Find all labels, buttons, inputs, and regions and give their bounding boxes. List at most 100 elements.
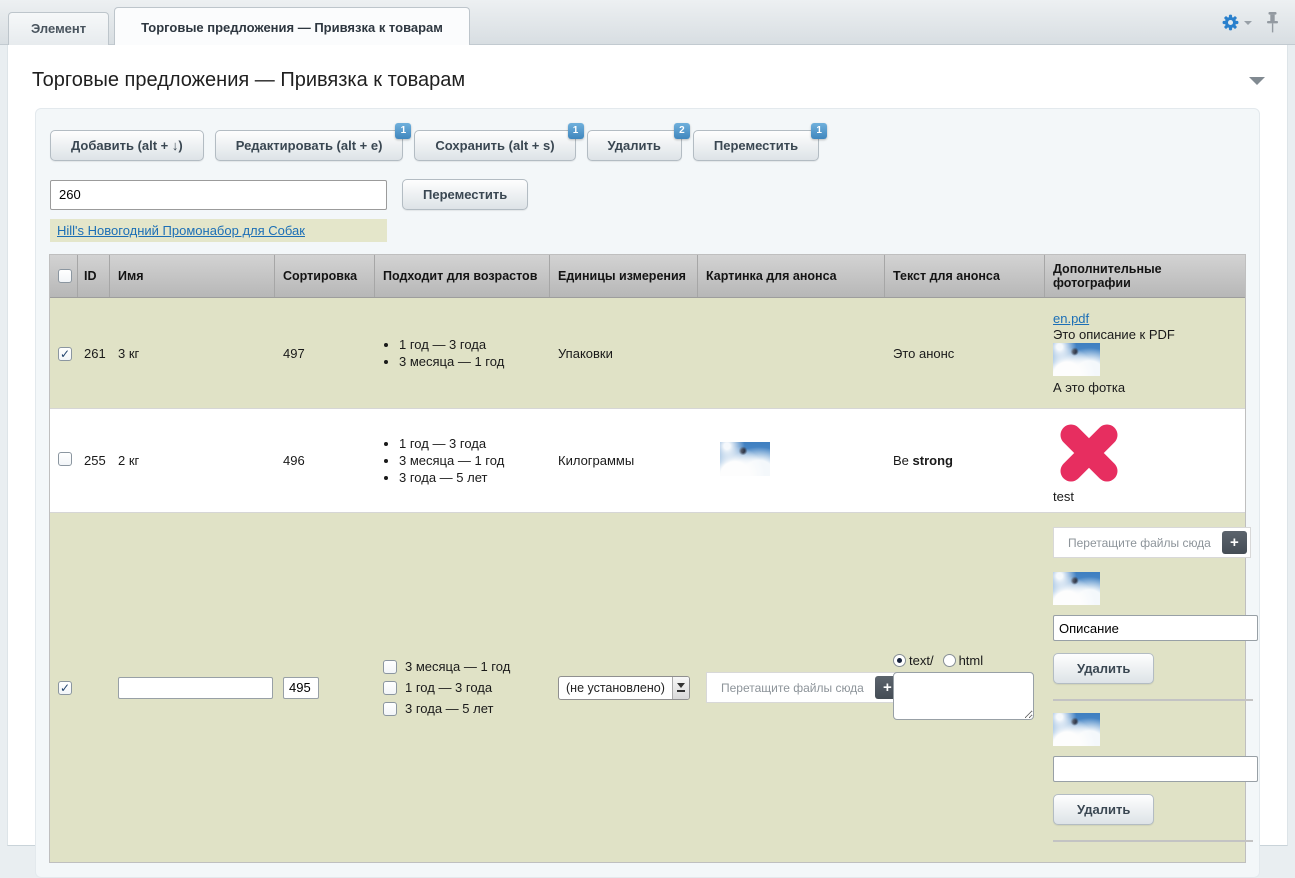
announce-bold: strong [913, 453, 953, 468]
age-option-label: 1 год — 3 года [405, 680, 492, 695]
move-row: Переместить [50, 179, 1246, 210]
table-row: 255 2 кг 496 1 год — 3 года 3 месяца — 1… [50, 408, 1245, 512]
header-units[interactable]: Единицы измерения [550, 255, 698, 297]
move-button-top-label: Переместить [714, 138, 798, 153]
cell-ages: 1 год — 3 года 3 месяца — 1 год 3 года —… [375, 426, 550, 495]
photo-caption: test [1053, 489, 1074, 504]
save-count-badge: 1 [568, 123, 584, 139]
age-item: 3 года — 5 лет [399, 470, 542, 485]
age-checkbox[interactable] [383, 681, 397, 695]
photo-delete-button[interactable]: Удалить [1053, 794, 1154, 825]
tab-trade-offers[interactable]: Торговые предложения — Привязка к товара… [114, 7, 470, 45]
cell-id [78, 680, 110, 696]
cell-sort-edit [275, 669, 375, 707]
cell-sort: 497 [275, 338, 375, 369]
save-button[interactable]: Сохранить (alt + s)1 [414, 130, 575, 161]
sky-photo-thumbnail [1053, 713, 1100, 746]
save-button-label: Сохранить (alt + s) [435, 138, 554, 153]
announce-prefix: Be [893, 453, 913, 468]
cell-units: Упаковки [550, 338, 698, 369]
tab-bar: Элемент Торговые предложения — Привязка … [0, 0, 1295, 45]
delete-button-label: Удалить [608, 138, 661, 153]
cell-name: 2 кг [110, 445, 275, 476]
header-checkbox-cell [50, 255, 78, 297]
cell-announce-text: Be strong [885, 445, 1045, 476]
photo-delete-button[interactable]: Удалить [1053, 653, 1154, 684]
product-link[interactable]: Hill's Новогодний Промонабор для Собак [57, 223, 305, 238]
age-item: 3 месяца — 1 год [399, 354, 542, 369]
move-button[interactable]: Переместить [402, 179, 528, 210]
cell-id: 255 [78, 445, 110, 476]
cell-ages-edit: 3 месяца — 1 год 1 год — 3 года 3 года —… [375, 645, 550, 730]
age-item: 1 год — 3 года [399, 337, 542, 352]
divider [1053, 840, 1253, 842]
cell-units: Килограммы [550, 445, 698, 476]
edit-count-badge: 1 [395, 123, 411, 139]
dropzone-label: Перетащите файлы сюда [1057, 536, 1222, 550]
row-checkbox[interactable]: ✓ [58, 347, 72, 361]
cell-announce-edit: text/ html [885, 645, 1045, 731]
offers-table: ID Имя Сортировка Подходит для возрастов… [49, 254, 1246, 863]
move-button-top[interactable]: Переместить1 [693, 130, 819, 161]
cell-ages: 1 год — 3 года 3 месяца — 1 год [375, 327, 550, 379]
header-picture[interactable]: Картинка для анонса [698, 255, 885, 297]
offers-panel: Добавить (alt + ↓) Редактировать (alt + … [35, 108, 1260, 878]
name-input[interactable] [118, 677, 273, 699]
radio-html[interactable] [943, 654, 956, 667]
header-id[interactable]: ID [78, 255, 110, 297]
move-target-input[interactable] [50, 180, 387, 210]
photo-caption: А это фотка [1053, 380, 1237, 395]
cell-extra-photos: en.pdf Это описание к PDF А это фотка [1045, 302, 1245, 404]
cell-announce-text: Это анонс [885, 338, 1045, 369]
header-ages[interactable]: Подходит для возрастов [375, 255, 550, 297]
tabbar-icons [1221, 12, 1279, 33]
toolbar: Добавить (alt + ↓) Редактировать (alt + … [50, 130, 1246, 161]
cell-name: 3 кг [110, 338, 275, 369]
photo-description-input[interactable] [1053, 615, 1258, 641]
row-checkbox[interactable] [58, 452, 72, 466]
cell-units-edit: (не установлено) [550, 668, 698, 708]
gear-icon [1221, 13, 1240, 32]
delete-count-badge: 2 [674, 123, 690, 139]
collapse-section-icon[interactable] [1249, 77, 1265, 85]
tab-element[interactable]: Элемент [8, 12, 109, 45]
add-button[interactable]: Добавить (alt + ↓) [50, 130, 204, 161]
age-item: 1 год — 3 года [399, 436, 542, 451]
header-text[interactable]: Текст для анонса [885, 255, 1045, 297]
age-option-label: 3 месяца — 1 год [405, 659, 510, 674]
header-name[interactable]: Имя [110, 255, 275, 297]
select-all-checkbox[interactable] [58, 269, 72, 283]
settings-gear-button[interactable] [1221, 13, 1252, 32]
units-select[interactable]: (не установлено) [558, 676, 690, 700]
header-sort[interactable]: Сортировка [275, 255, 375, 297]
cell-name-edit [110, 669, 275, 707]
age-option-label: 3 года — 5 лет [405, 701, 493, 716]
header-photos[interactable]: Дополнительные фотографии [1045, 255, 1245, 297]
radio-text[interactable] [893, 654, 906, 667]
cell-picture [698, 345, 885, 361]
age-checkbox[interactable] [383, 702, 397, 716]
plus-icon[interactable]: + [1222, 531, 1247, 554]
chevron-down-icon [1244, 21, 1252, 25]
delete-button[interactable]: Удалить2 [587, 130, 682, 161]
move-count-badge: 1 [811, 123, 827, 139]
pdf-link[interactable]: en.pdf [1053, 311, 1089, 326]
cell-id: 261 [78, 338, 110, 369]
table-row: ✓ 261 3 кг 497 1 год — 3 года 3 месяца —… [50, 298, 1245, 408]
edit-button[interactable]: Редактировать (alt + e)1 [215, 130, 404, 161]
photos-dropzone[interactable]: Перетащите файлы сюда + [1053, 527, 1251, 558]
table-header-row: ID Имя Сортировка Подходит для возрастов… [50, 255, 1245, 298]
sort-input[interactable] [283, 677, 319, 699]
announce-textarea[interactable] [893, 672, 1034, 720]
edit-button-label: Редактировать (alt + e) [236, 138, 383, 153]
pin-icon[interactable] [1266, 12, 1279, 33]
divider [1053, 699, 1253, 701]
age-checkbox[interactable] [383, 660, 397, 674]
photo-description-input[interactable] [1053, 756, 1258, 782]
row-checkbox[interactable]: ✓ [58, 681, 72, 695]
pdf-description: Это описание к PDF [1053, 327, 1237, 342]
picture-dropzone[interactable]: Перетащите файлы сюда + [706, 672, 904, 703]
product-link-strip: Hill's Новогодний Промонабор для Собак [50, 219, 387, 242]
content-area: Торговые предложения — Привязка к товара… [7, 45, 1288, 846]
sky-photo-thumbnail [1053, 572, 1100, 605]
